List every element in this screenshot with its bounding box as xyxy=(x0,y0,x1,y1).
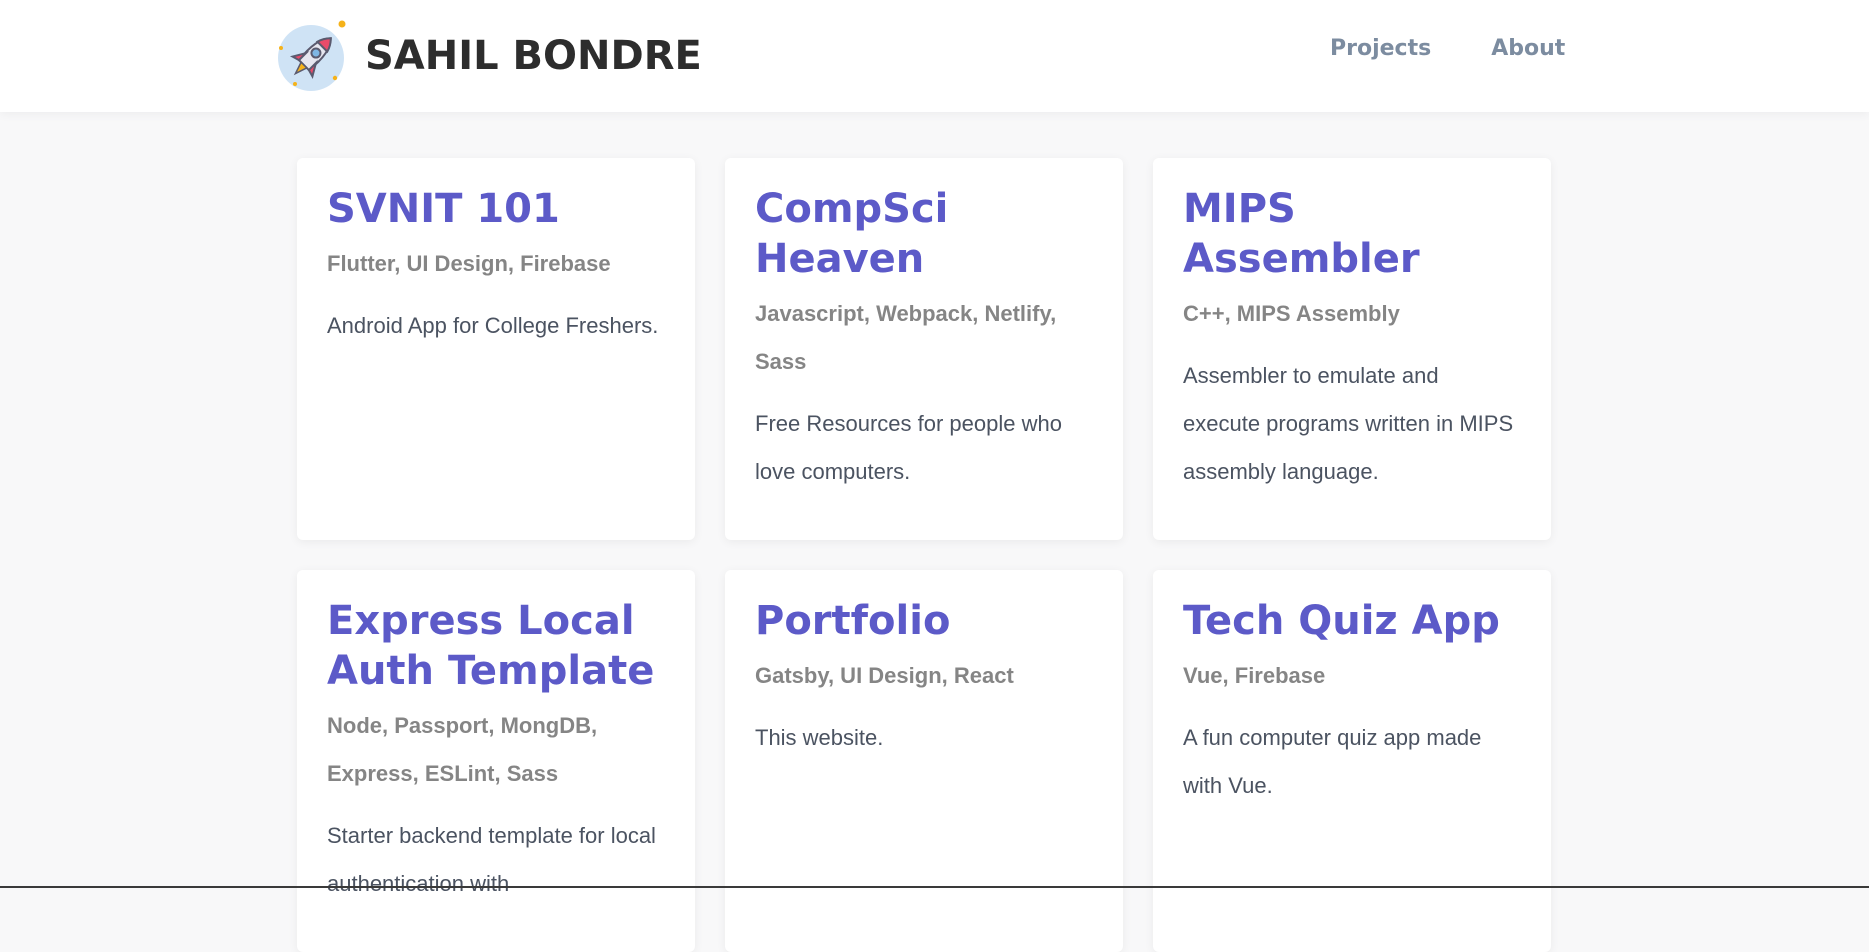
project-tags: Flutter, UI Design, Firebase xyxy=(327,251,611,276)
nav-about-link[interactable]: About xyxy=(1481,30,1575,67)
project-description: A fun computer quiz app made with Vue. xyxy=(1183,725,1482,798)
site-header: SAHIL BONDRE Projects About xyxy=(0,0,1869,112)
project-card-tech-quiz-app[interactable]: Tech Quiz App Vue, Firebase A fun comput… xyxy=(1153,570,1551,952)
project-tags: Node, Passport, MongDB, Express, ESLint,… xyxy=(327,713,598,786)
project-title[interactable]: Tech Quiz App xyxy=(1183,596,1521,646)
project-title[interactable]: CompSci Heaven xyxy=(755,184,1093,284)
home-link[interactable]: SAHIL BONDRE xyxy=(273,18,702,94)
project-tags: Vue, Firebase xyxy=(1183,663,1326,688)
project-card-svnit-101[interactable]: SVNIT 101 Flutter, UI Design, Firebase A… xyxy=(297,158,695,540)
project-title[interactable]: SVNIT 101 xyxy=(327,184,665,234)
projects-grid: SVNIT 101 Flutter, UI Design, Firebase A… xyxy=(297,158,1551,952)
project-title[interactable]: MIPS Assembler xyxy=(1183,184,1521,284)
project-tags: Gatsby, UI Design, React xyxy=(755,663,1014,688)
project-description: Android App for College Freshers. xyxy=(327,313,659,338)
project-tags: Javascript, Webpack, Netlify, Sass xyxy=(755,301,1057,374)
project-card-portfolio[interactable]: Portfolio Gatsby, UI Design, React This … xyxy=(725,570,1123,952)
nav-projects-link[interactable]: Projects xyxy=(1320,30,1441,67)
project-description: Starter backend template for local authe… xyxy=(327,823,656,896)
project-card-mips-assembler[interactable]: MIPS Assembler C++, MIPS Assembly Assemb… xyxy=(1153,158,1551,540)
rocket-icon xyxy=(278,20,346,91)
project-card-express-local-auth[interactable]: Express Local Auth Template Node, Passpo… xyxy=(297,570,695,952)
project-description: This website. xyxy=(755,725,884,750)
main-nav: Projects About xyxy=(1320,30,1575,67)
project-tags: C++, MIPS Assembly xyxy=(1183,301,1400,326)
project-card-compsci-heaven[interactable]: CompSci Heaven Javascript, Webpack, Netl… xyxy=(725,158,1123,540)
project-title[interactable]: Express Local Auth Template xyxy=(327,596,665,696)
project-description: Free Resources for people who love compu… xyxy=(755,411,1062,484)
site-title[interactable]: SAHIL BONDRE xyxy=(365,33,702,79)
project-description: Assembler to emulate and execute program… xyxy=(1183,363,1514,484)
project-title[interactable]: Portfolio xyxy=(755,596,1093,646)
